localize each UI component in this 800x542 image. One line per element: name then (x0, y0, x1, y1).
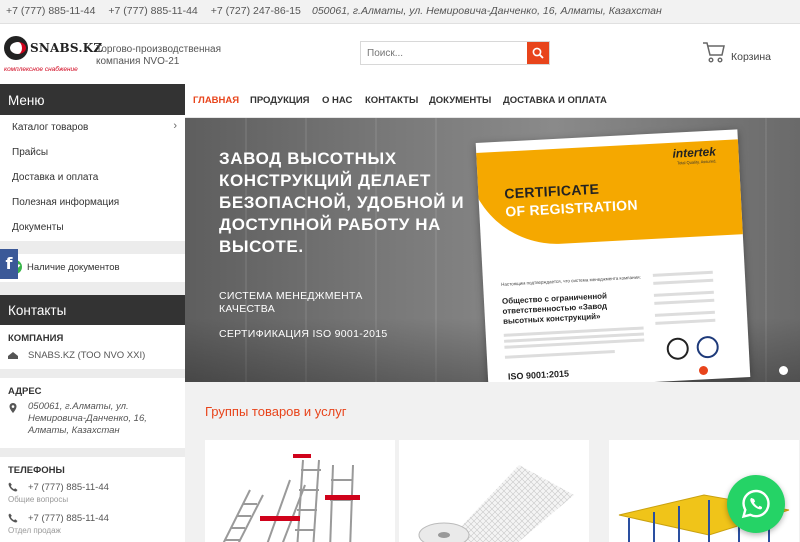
sidebar-item-info[interactable]: Полезная информация (0, 190, 185, 215)
documents-available-link[interactable]: Наличие документов (0, 254, 185, 282)
address-text: 050061, г.Алматы, ул. Немировича-Данченк… (28, 401, 147, 436)
whatsapp-button[interactable] (727, 475, 785, 533)
product-groups-section: Группы товаров и услуг (185, 382, 800, 542)
logo-subtitle: комплексное снабжение (4, 66, 78, 73)
address-label: АДРЕС (8, 386, 42, 397)
slider-dot-2[interactable] (779, 366, 788, 375)
sidebar-item-label: Документы (12, 222, 64, 233)
company-block: КОМПАНИЯ SNABS.KZ (ТОО NVO XXI) (0, 325, 185, 369)
sidebar-item-label: Прайсы (12, 147, 49, 158)
cart-link[interactable]: Корзина (702, 40, 792, 68)
sidebar-item-delivery[interactable]: Доставка и оплата (0, 165, 185, 190)
banner-subtitle-1: СИСТЕМА МЕНЕДЖМЕНТА КАЧЕСТВА (219, 290, 363, 315)
chevron-right-icon: › (173, 120, 177, 132)
phones-block: ТЕЛЕФОНЫ +7 (777) 885-11-44 Общие вопрос… (0, 457, 185, 542)
sidebar-item-label: Доставка и оплата (12, 172, 99, 183)
phone-icon (8, 513, 18, 523)
ladder-image (222, 454, 360, 542)
phone-number-2[interactable]: +7 (777) 885-11-44 (28, 513, 109, 524)
company-tagline: Торгово-производственная компания NVO-21 (96, 44, 221, 67)
phone-note-2: Отдел продаж (8, 526, 61, 535)
sidebar-item-label: Каталог товаров (12, 122, 89, 133)
company-name: SNABS.KZ (ТОО NVO XXI) (28, 350, 146, 361)
cart-label: Корзина (731, 51, 771, 63)
phone-icon (8, 482, 18, 492)
facebook-icon[interactable]: f (0, 249, 18, 279)
whatsapp-icon (741, 489, 770, 519)
nav-about[interactable]: О НАС (322, 95, 352, 106)
nav-contacts[interactable]: КОНТАКТЫ (365, 95, 418, 106)
building-icon (8, 352, 18, 359)
cert-organization: Общество с ограниченной ответственностью… (501, 291, 608, 326)
banner-subtitle-2: СЕРТИФИКАЦИЯ ISO 9001-2015 (219, 328, 388, 340)
phone-note-1: Общие вопросы (8, 495, 69, 504)
menu-title: Меню (0, 84, 185, 115)
top-phone-2[interactable]: +7 (777) 885-11-44 (108, 5, 197, 17)
cert-seal-2 (696, 335, 720, 359)
logo[interactable]: SNABS.KZ комплексное снабжение (4, 34, 102, 78)
hero-banner: ЗАВОД ВЫСОТНЫХ КОНСТРУКЦИЙ ДЕЛАЕТ БЕЗОПА… (185, 118, 800, 382)
sidebar-item-prices[interactable]: Прайсы (0, 140, 185, 165)
cart-icon (703, 42, 725, 63)
main-nav: ГЛАВНАЯ ПРОДУКЦИЯ О НАС КОНТАКТЫ ДОКУМЕН… (185, 84, 800, 118)
top-bar: +7 (777) 885-11-44 +7 (777) 885-11-44 +7… (0, 0, 800, 24)
top-phone-1[interactable]: +7 (777) 885-11-44 (6, 5, 95, 17)
nav-delivery[interactable]: ДОСТАВКА И ОПЛАТА (503, 95, 607, 106)
phones-label: ТЕЛЕФОНЫ (8, 465, 65, 476)
phone-number-1[interactable]: +7 (777) 885-11-44 (28, 482, 109, 493)
top-phones: +7 (777) 885-11-44 +7 (777) 885-11-44 +7… (6, 5, 311, 17)
product-group-card[interactable] (205, 440, 395, 542)
top-address: 050061, г.Алматы, ул. Немировича-Данченк… (312, 5, 662, 17)
menu-list: Каталог товаров › Прайсы Доставка и опла… (0, 115, 185, 241)
sidebar-item-catalog[interactable]: Каталог товаров › (0, 115, 185, 140)
sidebar-item-documents[interactable]: Документы (0, 215, 185, 240)
mesh-roll-image (418, 465, 574, 542)
logo-mark (4, 36, 28, 60)
nav-products[interactable]: ПРОДУКЦИЯ (250, 95, 310, 106)
logo-name: SNABS.KZ (30, 41, 103, 55)
cert-seal (666, 337, 690, 361)
nav-home[interactable]: ГЛАВНАЯ (193, 95, 239, 106)
product-group-card[interactable] (399, 440, 589, 542)
search-input[interactable] (361, 42, 527, 64)
address-block: АДРЕС 050061, г.Алматы, ул. Немировича-Д… (0, 378, 185, 448)
banner-title: ЗАВОД ВЫСОТНЫХ КОНСТРУКЦИЙ ДЕЛАЕТ БЕЗОПА… (219, 149, 465, 256)
header: SNABS.KZ комплексное снабжение Торгово-п… (0, 24, 800, 84)
sidebar-item-label: Полезная информация (12, 197, 120, 208)
cert-standard: ISO 9001:2015 (507, 368, 570, 382)
search-button[interactable] (527, 42, 549, 64)
search-icon (532, 47, 544, 59)
contacts-title: Контакты (0, 295, 185, 325)
slider-dot-1[interactable] (699, 366, 708, 375)
nav-documents[interactable]: ДОКУМЕНТЫ (429, 95, 491, 106)
cert-intro: Настоящим подтверждается, что система ме… (500, 274, 641, 287)
search-box (360, 41, 550, 65)
certificate-image: intertek Total Quality. Assured. CERTIFI… (475, 129, 751, 382)
groups-title: Группы товаров и услуг (205, 404, 347, 419)
company-label: КОМПАНИЯ (8, 333, 64, 344)
documents-available-label: Наличие документов (27, 262, 120, 273)
top-phone-3[interactable]: +7 (727) 247-86-15 (211, 5, 301, 17)
map-pin-icon (9, 403, 17, 413)
